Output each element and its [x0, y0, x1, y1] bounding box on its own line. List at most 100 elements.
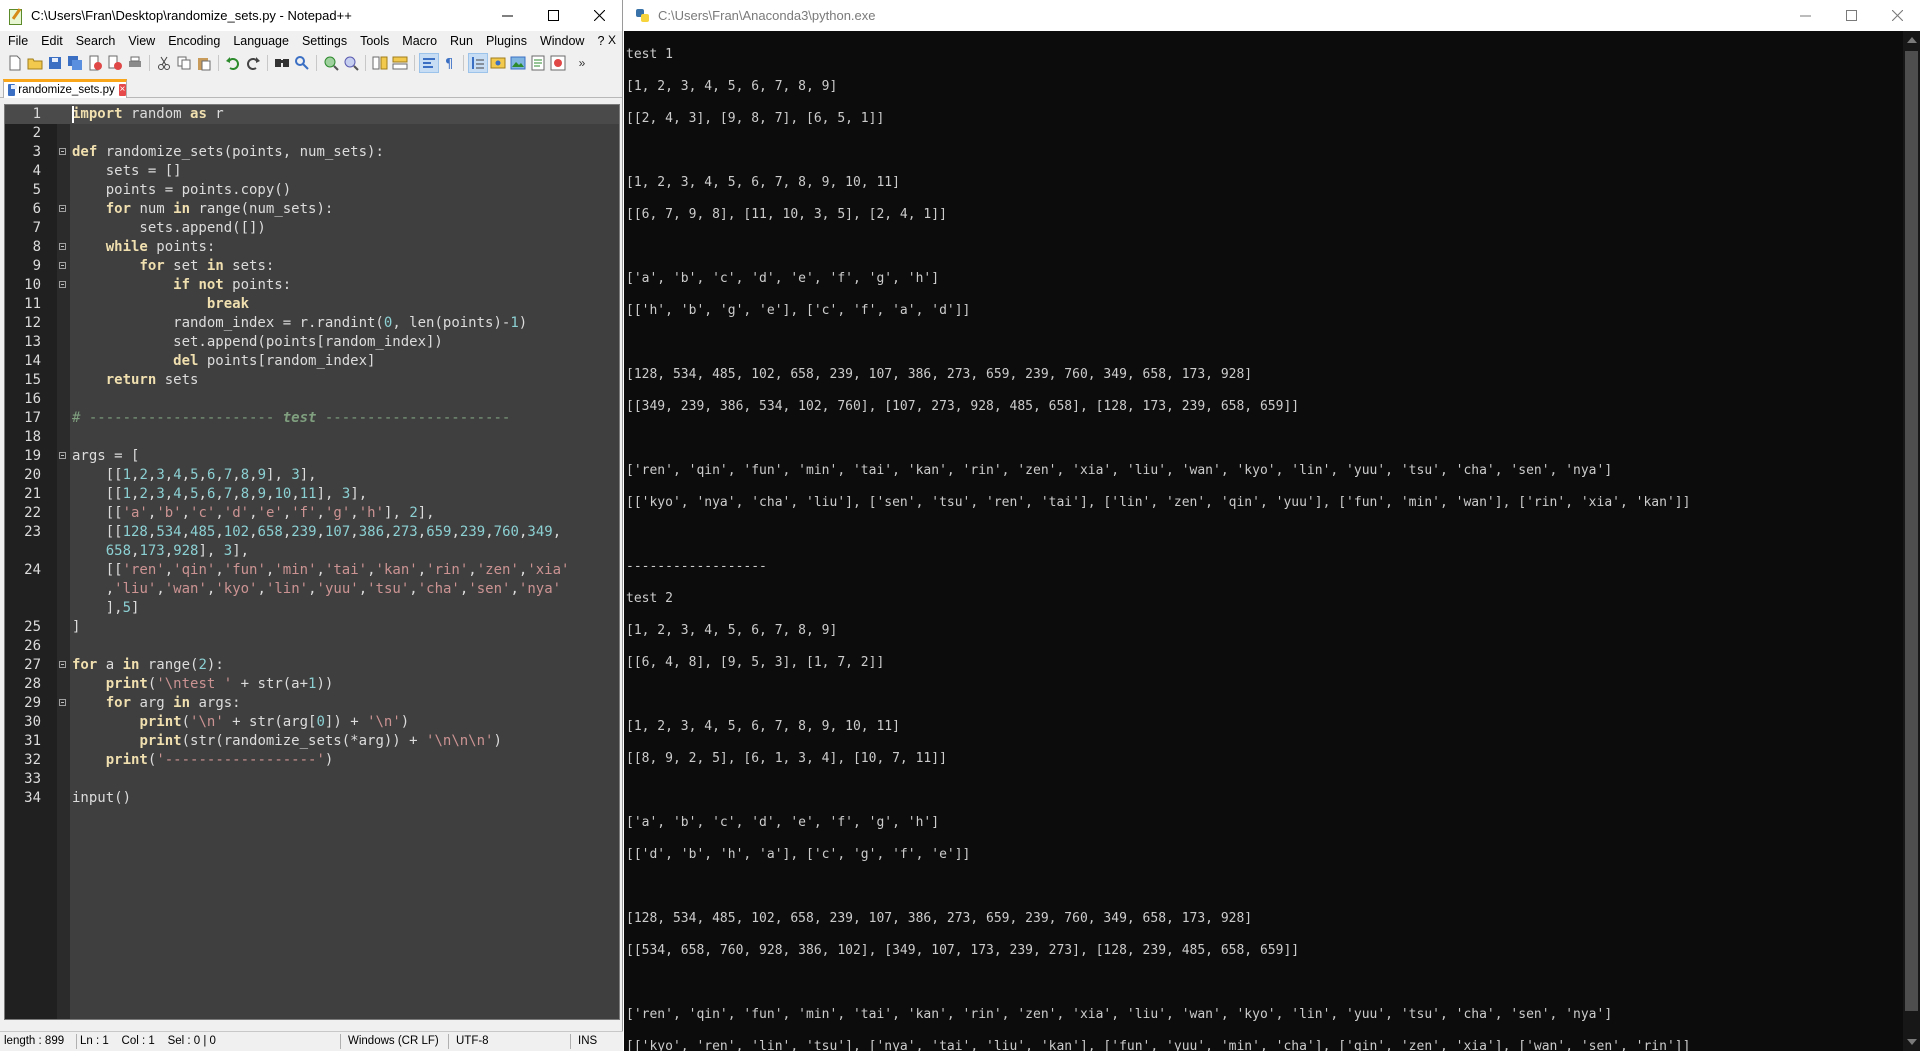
- console-scrollbar[interactable]: [1903, 31, 1920, 1051]
- code-line[interactable]: 2: [5, 124, 619, 143]
- undo-button[interactable]: [224, 54, 242, 72]
- notepadpp-title-bar[interactable]: C:\Users\Fran\Desktop\randomize_sets.py …: [0, 0, 622, 31]
- code-line[interactable]: 16: [5, 390, 619, 409]
- code-line[interactable]: 15 return sets: [5, 371, 619, 390]
- code-line[interactable]: 17 # ---------------------- test --------…: [5, 409, 619, 428]
- word-wrap-button[interactable]: [419, 53, 439, 73]
- scroll-down-icon[interactable]: [1907, 1039, 1917, 1045]
- fold-toggle-icon[interactable]: [59, 205, 66, 212]
- code-line[interactable]: 9 for set in sets:: [5, 257, 619, 276]
- code-line[interactable]: 10 if not points:: [5, 276, 619, 295]
- menu-run[interactable]: Run: [444, 34, 480, 48]
- code-line[interactable]: 23 [[128,534,485,102,658,239,107,386,273…: [5, 523, 619, 542]
- tab-close-button[interactable]: ×: [118, 84, 126, 96]
- print-button[interactable]: [126, 54, 144, 72]
- fold-toggle-icon[interactable]: [59, 661, 66, 668]
- code-line[interactable]: 32 print('------------------'): [5, 751, 619, 770]
- open-file-button[interactable]: [26, 54, 44, 72]
- fold-toggle-icon[interactable]: [59, 148, 66, 155]
- code-line[interactable]: 5 points = points.copy(): [5, 181, 619, 200]
- copy-button[interactable]: [175, 54, 193, 72]
- zoom-in-button[interactable]: [322, 54, 340, 72]
- menu-language[interactable]: Language: [227, 34, 296, 48]
- code-line[interactable]: 33: [5, 770, 619, 789]
- save-button[interactable]: [46, 54, 64, 72]
- code-line[interactable]: 24 [['ren','qin','fun','min','tai','kan'…: [5, 561, 619, 580]
- code-line[interactable]: 31 print(str(randomize_sets(*arg)) + '\n…: [5, 732, 619, 751]
- scroll-up-icon[interactable]: [1907, 37, 1917, 43]
- sync-horizontal-button[interactable]: [391, 54, 409, 72]
- console-maximize-button[interactable]: [1828, 0, 1874, 31]
- menu-macro[interactable]: Macro: [396, 34, 444, 48]
- menu-plugins[interactable]: Plugins: [480, 34, 534, 48]
- code-line[interactable]: 21 [[1,2,3,4,5,6,7,8,9,10,11], 3],: [5, 485, 619, 504]
- sync-vertical-button[interactable]: [371, 54, 389, 72]
- code-line[interactable]: 1 import random as r: [5, 105, 619, 124]
- menu-encoding[interactable]: Encoding: [162, 34, 227, 48]
- toolbar-overflow-button[interactable]: »: [573, 54, 591, 72]
- console-minimize-button[interactable]: [1782, 0, 1828, 31]
- code-line[interactable]: 28 print('\ntest ' + str(a+1)): [5, 675, 619, 694]
- code-line[interactable]: 12 random_index = r.randint(0, len(point…: [5, 314, 619, 333]
- code-line[interactable]: 18: [5, 428, 619, 447]
- new-file-button[interactable]: [6, 54, 24, 72]
- cut-button[interactable]: [155, 54, 173, 72]
- show-all-chars-button[interactable]: ¶: [440, 54, 458, 72]
- code-line[interactable]: 26: [5, 637, 619, 656]
- fold-toggle-icon[interactable]: [59, 281, 66, 288]
- console-title-bar[interactable]: C:\Users\Fran\Anaconda3\python.exe: [624, 0, 1920, 31]
- console-output[interactable]: test 1 [1, 2, 3, 4, 5, 6, 7, 8, 9] [[2, 4,…: [624, 31, 1904, 1051]
- code-line[interactable]: ,'liu','wan','kyo','lin','yuu','tsu','ch…: [5, 580, 619, 599]
- close-all-button[interactable]: [106, 54, 124, 72]
- fold-toggle-icon[interactable]: [59, 262, 66, 269]
- code-line[interactable]: 19 args = [: [5, 447, 619, 466]
- code-line[interactable]: ],5]: [5, 599, 619, 618]
- close-file-button[interactable]: [86, 54, 104, 72]
- code-line[interactable]: 8 while points:: [5, 238, 619, 257]
- code-line[interactable]: 3 def randomize_sets(points, num_sets):: [5, 143, 619, 162]
- code-line[interactable]: 6 for num in range(num_sets):: [5, 200, 619, 219]
- menu-file[interactable]: File: [2, 34, 35, 48]
- code-line[interactable]: 25]: [5, 618, 619, 637]
- zoom-out-button[interactable]: [342, 54, 360, 72]
- menu-view[interactable]: View: [122, 34, 162, 48]
- code-line[interactable]: 7 sets.append([]): [5, 219, 619, 238]
- console-close-button[interactable]: [1874, 0, 1920, 31]
- maximize-button[interactable]: [530, 0, 576, 31]
- document-map-button[interactable]: [509, 54, 527, 72]
- code-line[interactable]: 30 print('\n' + str(arg[0]) + '\n'): [5, 713, 619, 732]
- fold-toggle-icon[interactable]: [59, 243, 66, 250]
- redo-button[interactable]: [244, 54, 262, 72]
- tab-randomize-sets[interactable]: randomize_sets.py ×: [3, 79, 127, 98]
- menu-settings[interactable]: Settings: [296, 34, 354, 48]
- code-line[interactable]: 29 for arg in args:: [5, 694, 619, 713]
- paste-button[interactable]: [195, 54, 213, 72]
- indent-guide-button[interactable]: [468, 53, 488, 73]
- code-editor[interactable]: 1 import random as r 2 3 def randomize_sets(…: [4, 104, 620, 1020]
- code-line[interactable]: 658,173,928], 3],: [5, 542, 619, 561]
- udl-button[interactable]: [489, 54, 507, 72]
- minimize-button[interactable]: [484, 0, 530, 31]
- code-line[interactable]: 20 [[1,2,3,4,5,6,7,8,9], 3],: [5, 466, 619, 485]
- menu-tools[interactable]: Tools: [354, 34, 396, 48]
- record-macro-button[interactable]: [549, 54, 567, 72]
- fold-toggle-icon[interactable]: [59, 452, 66, 459]
- status-insert-mode[interactable]: INS: [578, 1035, 597, 1047]
- code-line[interactable]: 34 input(): [5, 789, 619, 808]
- code-line[interactable]: 4 sets = []: [5, 162, 619, 181]
- code-line[interactable]: 13 set.append(points[random_index]): [5, 333, 619, 352]
- code-line[interactable]: 22 [['a','b','c','d','e','f','g','h'], 2…: [5, 504, 619, 523]
- close-button[interactable]: [576, 0, 622, 31]
- find-button[interactable]: [273, 54, 291, 72]
- scroll-thumb[interactable]: [1905, 51, 1918, 1011]
- code-line[interactable]: 14 del points[random_index]: [5, 352, 619, 371]
- menu-window[interactable]: Window: [534, 34, 591, 48]
- fold-toggle-icon[interactable]: [59, 699, 66, 706]
- close-document-button[interactable]: X: [608, 33, 616, 47]
- status-encoding[interactable]: UTF-8: [456, 1035, 489, 1047]
- code-line[interactable]: 11 break: [5, 295, 619, 314]
- menu-search[interactable]: Search: [70, 34, 123, 48]
- save-all-button[interactable]: [66, 54, 84, 72]
- code-line[interactable]: 27 for a in range(2):: [5, 656, 619, 675]
- status-eol[interactable]: Windows (CR LF): [348, 1035, 439, 1047]
